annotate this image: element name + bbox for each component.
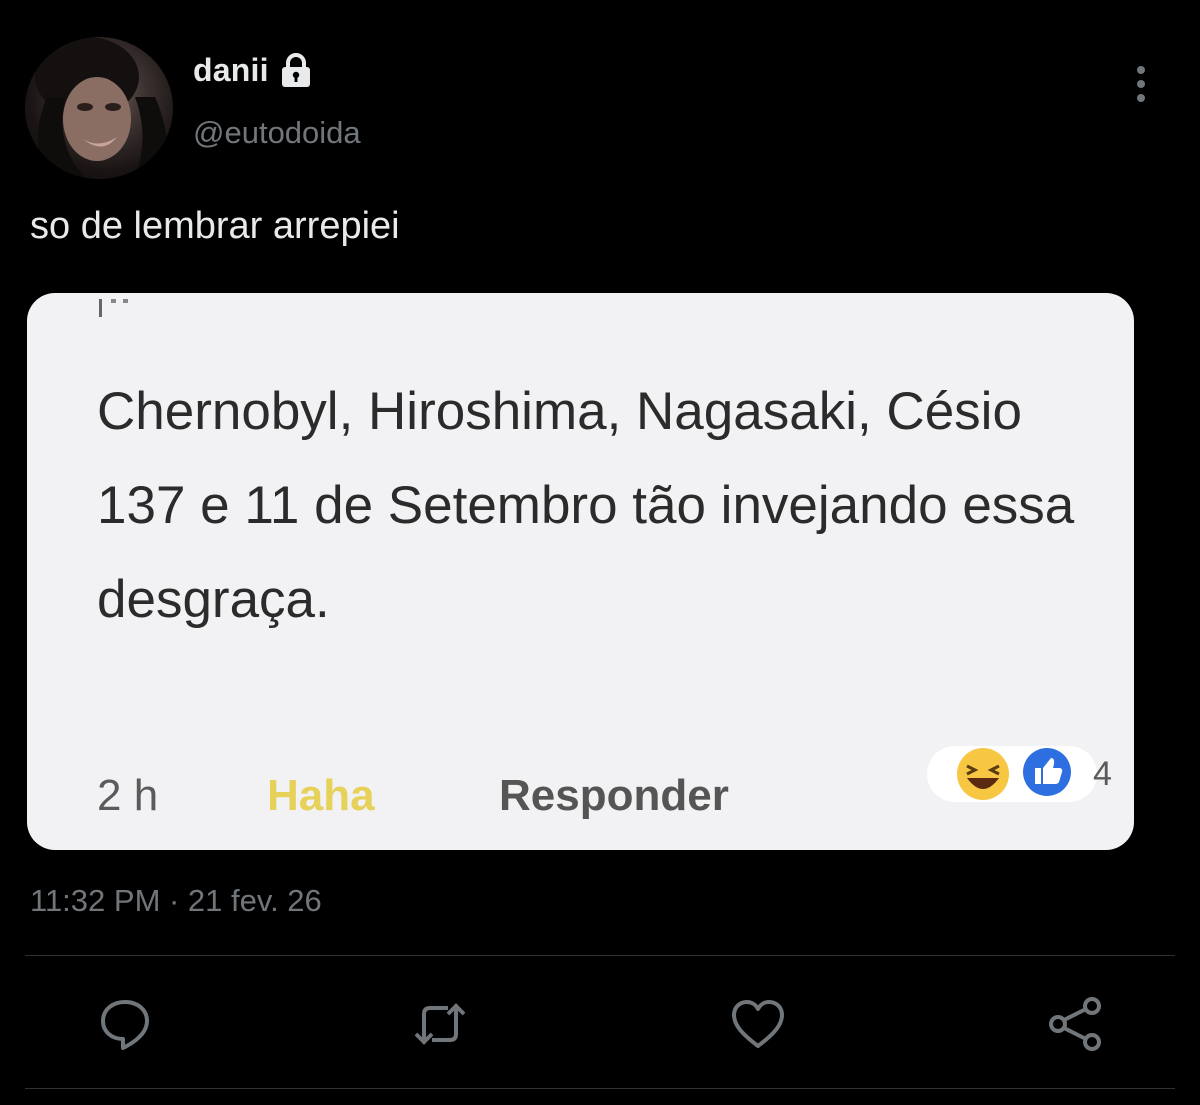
divider — [25, 955, 1175, 956]
haha-emoji-icon — [957, 748, 1009, 800]
reply-label: Responder — [499, 771, 729, 820]
more-options-icon[interactable] — [1126, 62, 1156, 106]
reply-button[interactable] — [95, 994, 155, 1054]
comment-time: 2 h — [97, 771, 159, 820]
reaction-count: 4 — [1093, 755, 1112, 793]
tweet-text: so de lembrar arrepiei — [30, 205, 400, 247]
reply-icon — [101, 1000, 149, 1050]
comment-footer: 2 h Haha Responder — [97, 771, 729, 821]
share-icon — [1049, 997, 1101, 1051]
display-name[interactable]: danii — [193, 52, 269, 89]
lock-icon — [281, 52, 310, 87]
like-button[interactable] — [728, 994, 788, 1054]
retweet-icon — [414, 1003, 466, 1045]
retweet-button[interactable] — [410, 994, 470, 1054]
divider-bottom — [25, 1088, 1175, 1089]
avatar[interactable] — [25, 37, 173, 179]
heart-icon — [732, 1000, 784, 1048]
haha-reaction-label: Haha — [267, 771, 375, 820]
tweet-media-image[interactable]: Chernobyl, Hiroshima, Nagasaki, Césio 13… — [27, 293, 1134, 850]
avatar-image — [35, 37, 168, 177]
tweet-timestamp[interactable]: 11:32 PM · 21 fev. 26 — [30, 883, 322, 919]
comment-text: Chernobyl, Hiroshima, Nagasaki, Césio 13… — [97, 382, 1075, 629]
like-icon — [1023, 748, 1071, 796]
tweet-detail: danii @eutodoida so de lembrar arrepiei … — [0, 0, 1200, 1105]
cropped-text-fragment — [97, 293, 167, 317]
share-button[interactable] — [1046, 994, 1106, 1054]
author-name-row: danii — [193, 52, 313, 89]
author-handle[interactable]: @eutodoida — [193, 115, 361, 151]
